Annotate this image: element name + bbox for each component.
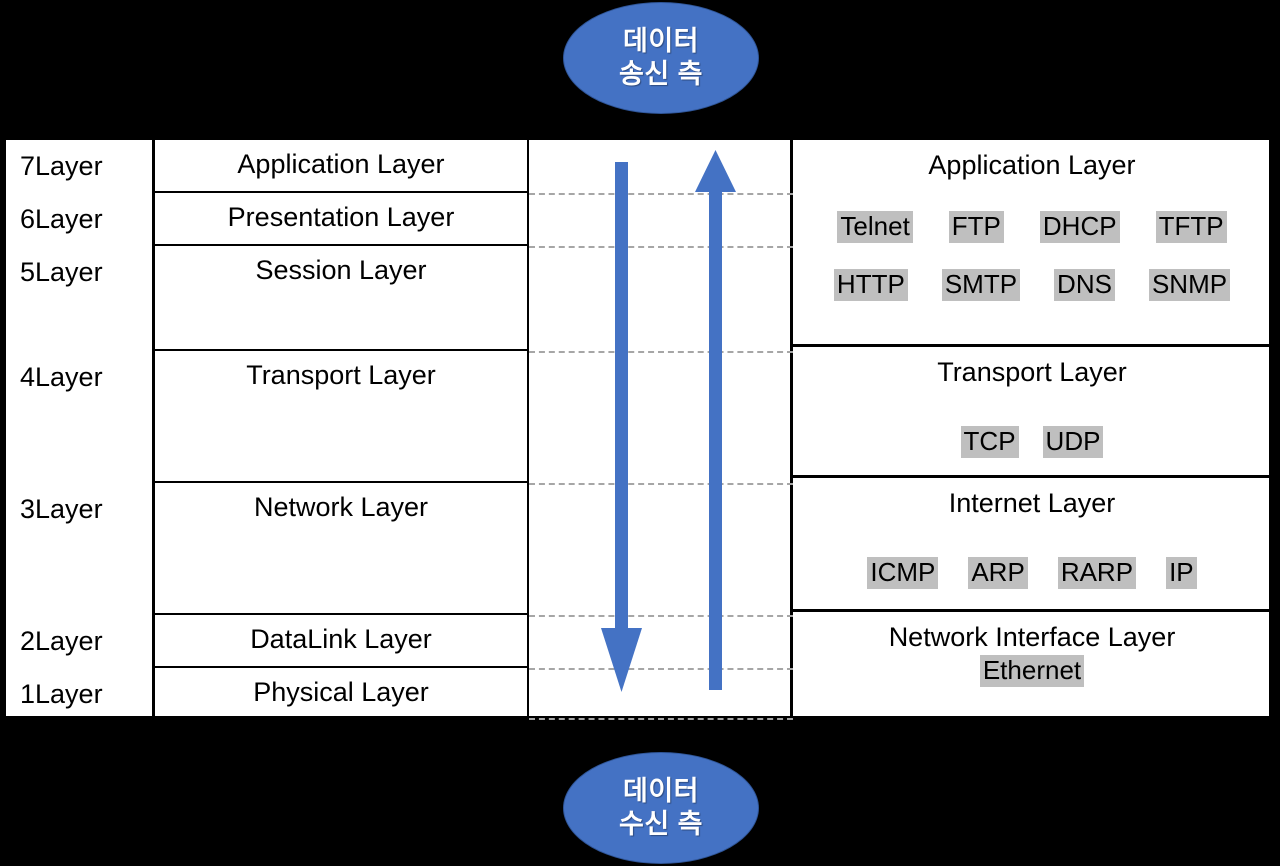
osi-layer-cell-transport: Transport Layer: [155, 351, 529, 483]
data-flow-arrows: [601, 150, 736, 692]
osi-tcpip-comparison-table: 7Layer 6Layer 5Layer 4Layer 3Layer 2Laye…: [4, 137, 1272, 721]
layer-number-label: 1Layer: [20, 679, 103, 709]
osi-layer-cell-physical: Physical Layer: [155, 668, 529, 721]
layer-number-label: 4Layer: [20, 362, 103, 392]
protocol-chip-icmp: ICMP: [867, 557, 939, 590]
layer-number-cell: 2Layer: [6, 615, 155, 668]
receiver-label-line1: 데이터: [622, 776, 700, 807]
osi-layer-name: Network Layer: [253, 492, 429, 522]
tcpip-layer-name: Network Interface Layer: [888, 622, 1176, 652]
receiver-label-line2: 수신 측: [618, 809, 704, 839]
protocol-chip-smtp: SMTP: [941, 269, 1021, 302]
protocol-chip-udp: UDP: [1042, 426, 1104, 459]
protocol-chip-tcp: TCP: [960, 426, 1019, 459]
osi-layer-cell-application: Application Layer: [155, 140, 529, 193]
tcpip-layer-cell-network-interface: Network Interface Layer Ethernet: [793, 612, 1271, 721]
osi-layer-cell-datalink: DataLink Layer: [155, 615, 529, 668]
osi-layer-name: Transport Layer: [246, 360, 436, 390]
protocol-chip-tftp: TFTP: [1155, 211, 1227, 244]
layer-number-cell: 1Layer: [6, 668, 155, 721]
down-arrow-icon: [601, 162, 642, 692]
protocol-row: HTTP SMTP DNS SNMP: [793, 269, 1271, 302]
osi-layer-cell-presentation: Presentation Layer: [155, 193, 529, 246]
tcpip-layer-cell-application: Application Layer Telnet FTP DHCP TFTP H…: [793, 140, 1271, 347]
tcpip-layer-name: Internet Layer: [948, 488, 1116, 518]
layer-number-cell: 3Layer: [6, 483, 155, 536]
layer-divider-dashed: [529, 718, 793, 720]
osi-layer-name: Physical Layer: [253, 677, 429, 707]
layer-number-label: 5Layer: [20, 257, 103, 287]
osi-layer-cell-session: Session Layer: [155, 246, 529, 351]
up-arrow-icon: [695, 150, 736, 690]
protocol-row: ICMP ARP RARP IP: [793, 557, 1271, 590]
sender-label-line1: 데이터: [622, 26, 700, 57]
protocol-chip-http: HTTP: [833, 269, 908, 302]
layer-number-label: 6Layer: [20, 204, 103, 234]
osi-layer-name: DataLink Layer: [250, 624, 432, 654]
layer-number-label: 3Layer: [20, 494, 103, 524]
osi-layer-name: Presentation Layer: [227, 202, 455, 232]
tcpip-layer-cell-internet: Internet Layer ICMP ARP RARP IP: [793, 478, 1271, 612]
layer-number-label: 2Layer: [20, 626, 103, 656]
protocol-chip-ftp: FTP: [948, 211, 1004, 244]
protocol-row: TCP UDP: [793, 426, 1271, 459]
layer-number-label: 7Layer: [20, 151, 103, 181]
receiver-endpoint-ellipse: 데이터 수신 측: [563, 752, 759, 864]
sender-endpoint-ellipse: 데이터 송신 측: [563, 2, 759, 114]
protocol-chip-arp: ARP: [968, 557, 1028, 590]
tcpip-layer-column: Application Layer Telnet FTP DHCP TFTP H…: [793, 140, 1271, 716]
diagram-canvas: 데이터 송신 측 7Layer 6Layer 5Layer 4Layer 3La…: [0, 0, 1280, 866]
layer-number-cell: 4Layer: [6, 351, 155, 404]
layer-number-cell: 5Layer: [6, 246, 155, 299]
tcpip-layer-name: Transport Layer: [937, 357, 1127, 387]
protocol-chip-snmp: SNMP: [1148, 269, 1231, 302]
osi-layer-name: Application Layer: [237, 149, 445, 179]
protocol-chip-rarp: RARP: [1057, 557, 1137, 590]
protocol-row: Telnet FTP DHCP TFTP: [793, 211, 1271, 244]
protocol-row: Ethernet: [793, 655, 1271, 688]
layer-number-column: 7Layer 6Layer 5Layer 4Layer 3Layer 2Laye…: [6, 140, 155, 716]
osi-layer-column: Application Layer Presentation Layer Ses…: [155, 140, 529, 721]
protocol-chip-dhcp: DHCP: [1039, 211, 1120, 244]
osi-layer-cell-network: Network Layer: [155, 483, 529, 615]
data-flow-column: [529, 140, 793, 720]
protocol-chip-dns: DNS: [1054, 269, 1115, 302]
sender-label-line2: 송신 측: [618, 59, 704, 89]
tcpip-layer-name: Application Layer: [928, 150, 1136, 180]
protocol-chip-ip: IP: [1166, 557, 1197, 590]
protocol-chip-telnet: Telnet: [837, 211, 913, 244]
osi-layer-name: Session Layer: [255, 255, 427, 285]
layer-number-cell: 6Layer: [6, 193, 155, 246]
protocol-chip-ethernet: Ethernet: [979, 655, 1085, 688]
layer-number-cell: 7Layer: [6, 140, 155, 193]
tcpip-layer-cell-transport: Transport Layer TCP UDP: [793, 347, 1271, 478]
